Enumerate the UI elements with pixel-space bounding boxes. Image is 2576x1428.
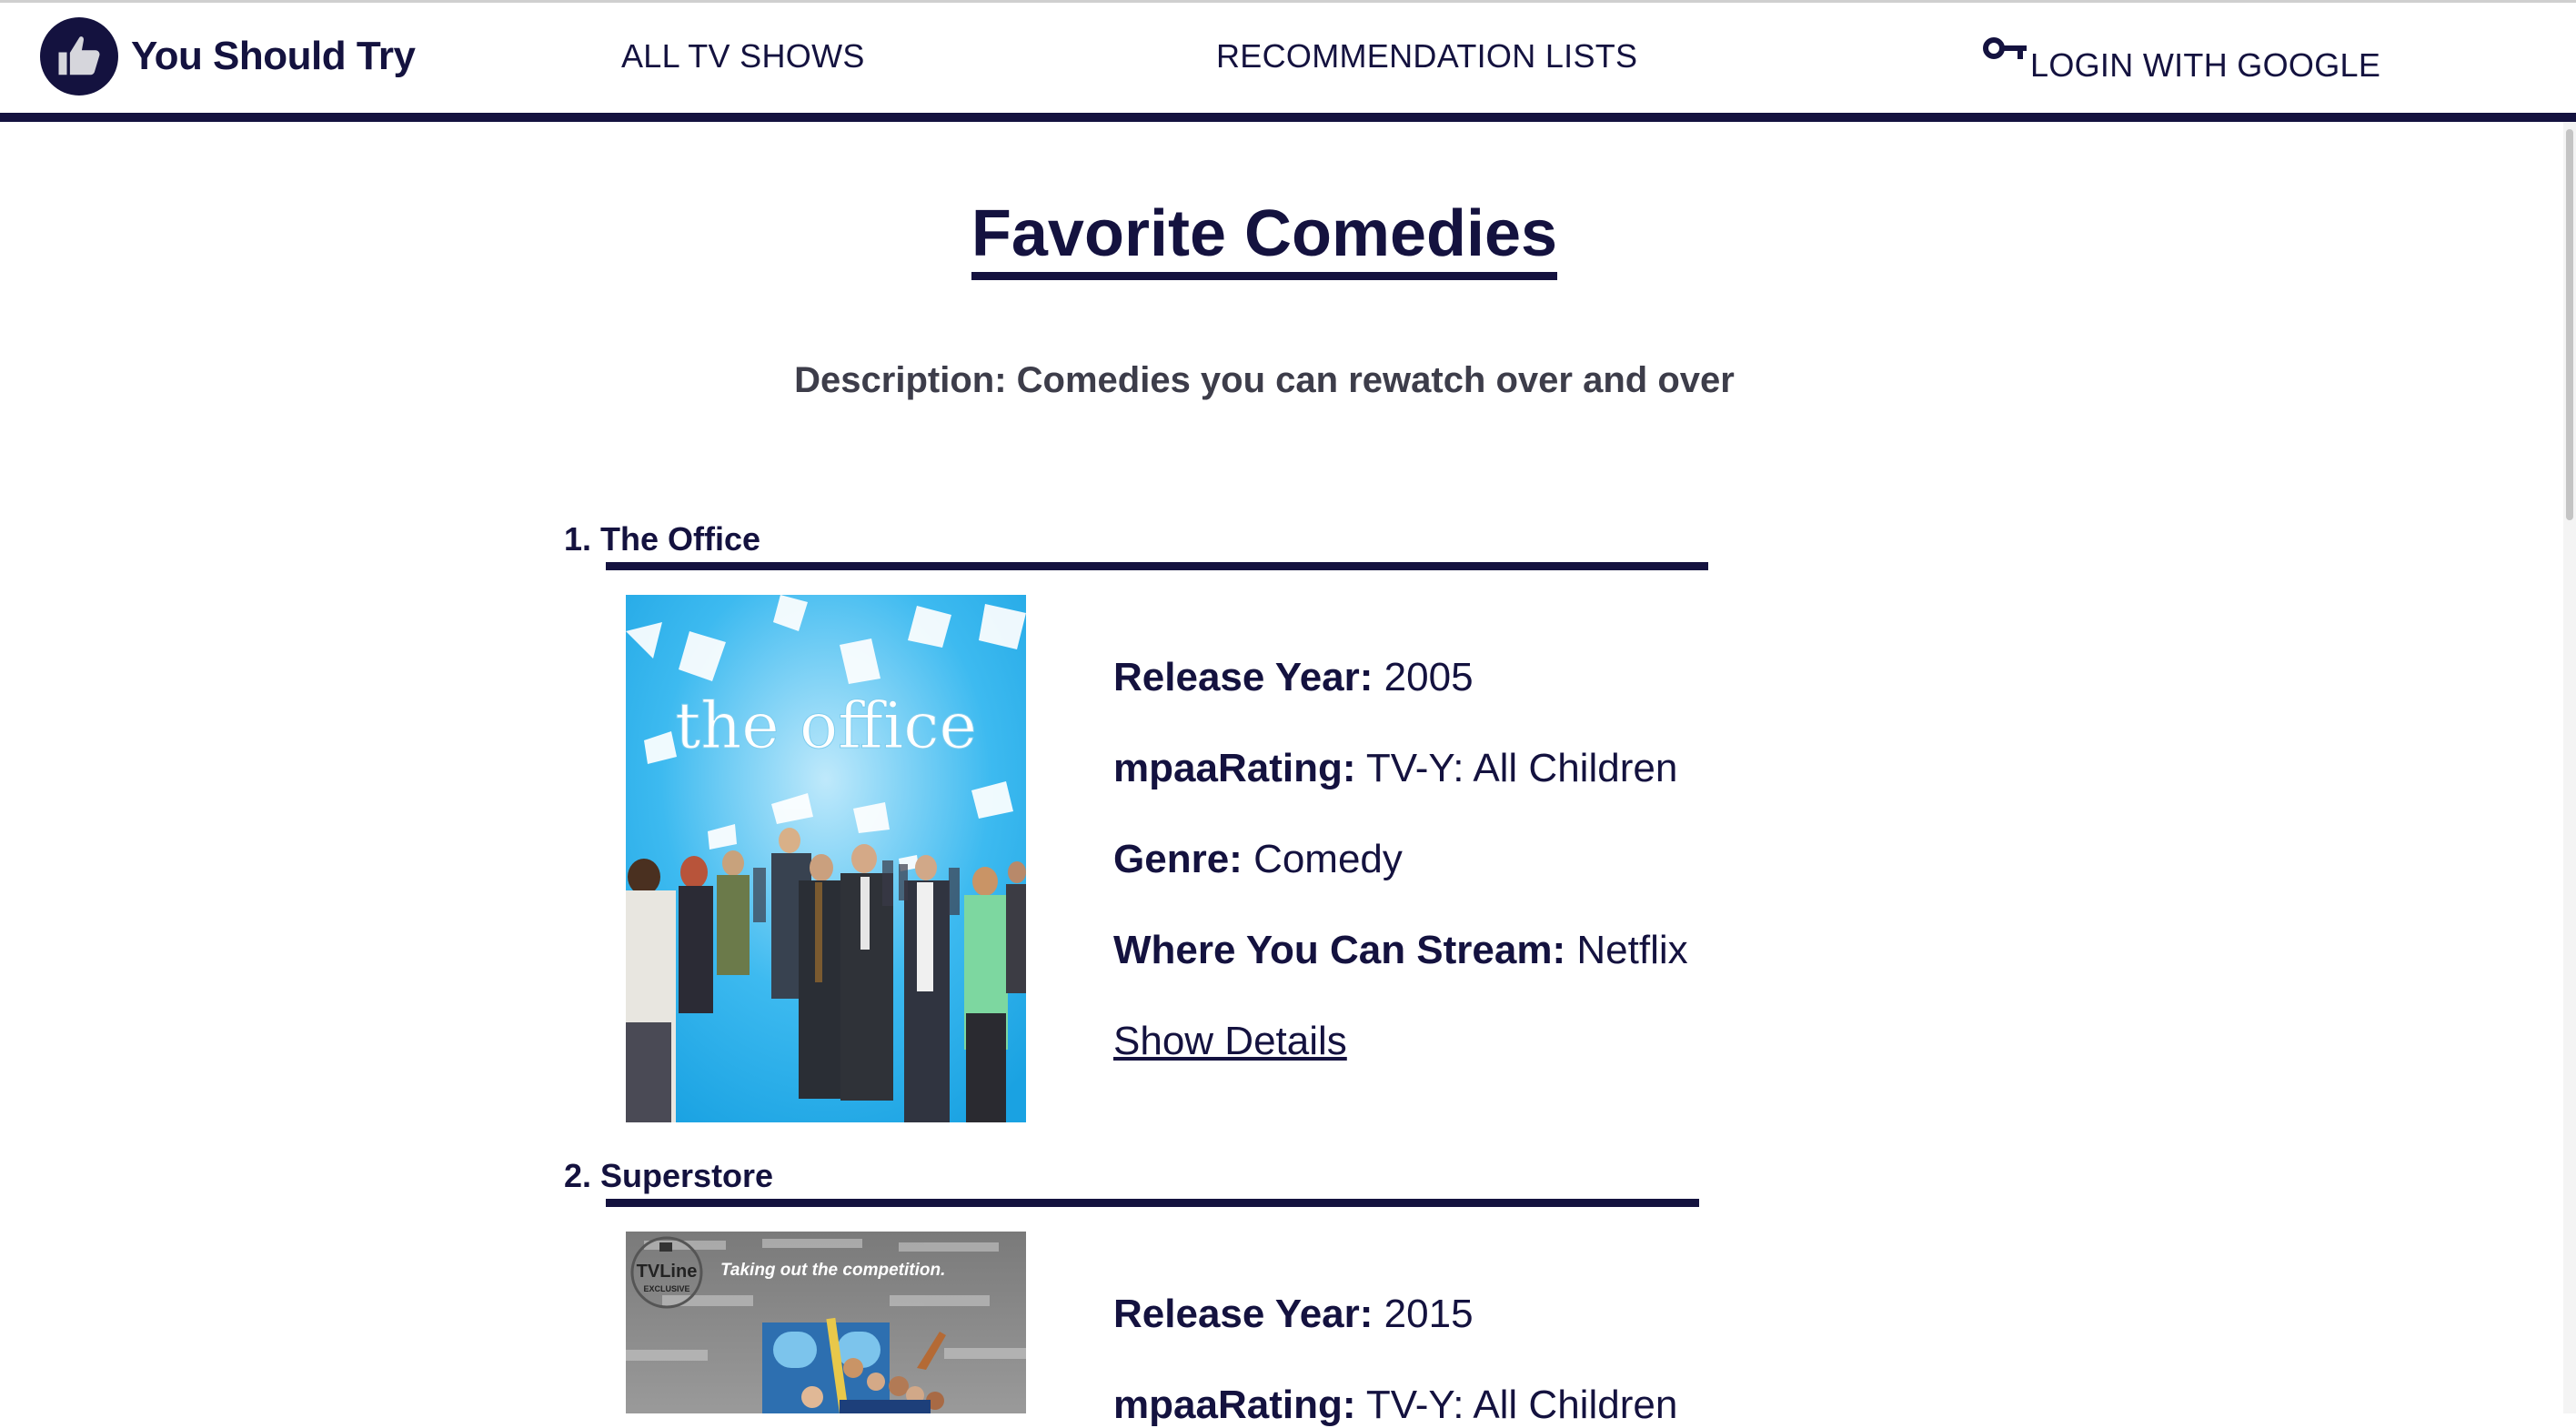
mpaa-rating-label: mpaaRating: (1113, 1383, 1356, 1427)
login-with-google-link[interactable]: LOGIN WITH GOOGLE (1983, 35, 2380, 85)
show-poster[interactable]: the office (626, 595, 1026, 1122)
mpaa-rating-label: mpaaRating: (1113, 746, 1356, 790)
page-title-wrap: Favorite Comedies (0, 197, 2529, 281)
release-year-label: Release Year: (1113, 1292, 1374, 1336)
brand[interactable]: You Should Try (40, 16, 416, 96)
poster-tagline: Taking out the competition. (720, 1261, 945, 1280)
poster-title: the office (675, 689, 977, 763)
mpaa-rating-row: mpaaRating: TV-Y: All Children (1113, 746, 1677, 791)
navbar: You Should Try ALL TV SHOWS RECOMMENDATI… (0, 3, 2576, 122)
brand-name: You Should Try (131, 34, 416, 78)
show-divider (606, 1199, 1699, 1207)
release-year-label: Release Year: (1113, 655, 1374, 699)
show-card: 2. Superstore TVLine EXCLUSIVE Taking ou… (564, 1157, 1746, 1427)
release-year-row: Release Year: 2015 (1113, 1292, 1474, 1337)
show-heading: 1. The Office (564, 520, 761, 558)
page-scrollbar[interactable] (2563, 122, 2576, 1413)
show-poster[interactable]: TVLine EXCLUSIVE Taking out the competit… (626, 1232, 1026, 1413)
show-card: 1. The Office the office Release Year: 2… (564, 520, 1746, 1122)
key-icon (1983, 37, 2027, 59)
release-year-value: 2005 (1384, 655, 1474, 699)
stream-row: Where You Can Stream: Netflix (1113, 928, 1688, 973)
genre-row: Genre: Comedy (1113, 837, 1403, 882)
login-label: LOGIN WITH GOOGLE (2030, 46, 2381, 84)
show-details-link[interactable]: Show Details (1113, 1019, 1347, 1064)
mpaa-rating-value: TV-Y: All Children (1365, 1383, 1678, 1427)
show-heading: 2. Superstore (564, 1157, 774, 1194)
genre-label: Genre: (1113, 837, 1243, 881)
thumbs-up-icon (40, 17, 118, 96)
list-description: Description: Comedies you can rewatch ov… (794, 360, 1735, 400)
release-year-value: 2015 (1384, 1292, 1474, 1336)
nav-all-tv-shows[interactable]: ALL TV SHOWS (621, 37, 865, 75)
stream-value: Netflix (1576, 928, 1688, 972)
scrollbar-thumb[interactable] (2566, 129, 2573, 520)
mpaa-rating-value: TV-Y: All Children (1365, 746, 1678, 790)
genre-value: Comedy (1253, 837, 1403, 881)
poster-badge-sub: EXCLUSIVE (643, 1284, 689, 1293)
poster-badge: TVLine (637, 1262, 698, 1282)
stream-label: Where You Can Stream: (1113, 928, 1566, 972)
mpaa-rating-row: mpaaRating: TV-Y: All Children (1113, 1383, 1677, 1428)
show-divider (606, 562, 1708, 570)
nav-recommendation-lists[interactable]: RECOMMENDATION LISTS (1216, 37, 1637, 75)
release-year-row: Release Year: 2005 (1113, 655, 1474, 700)
page-title: Favorite Comedies (971, 197, 1558, 281)
